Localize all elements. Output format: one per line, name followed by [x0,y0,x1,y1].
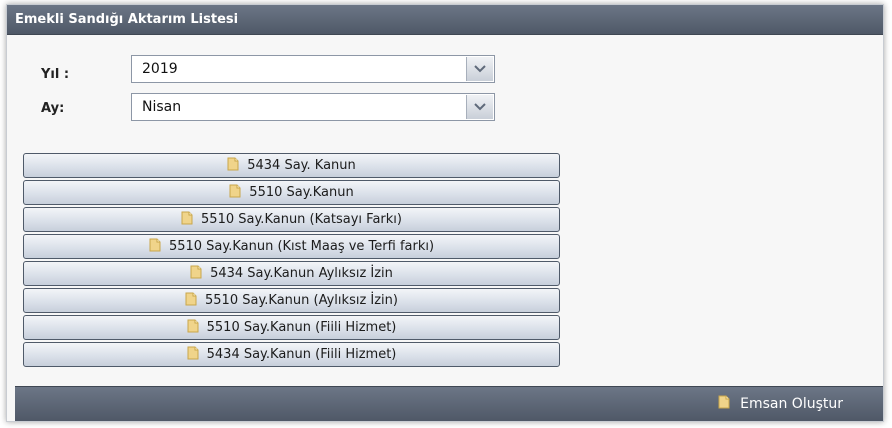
button-label: 5434 Say. Kanun [247,158,356,173]
document-icon [190,265,202,283]
button-label: 5434 Say.Kanun Aylıksız İzin [210,266,393,281]
kanun-5434-ayliksiz-izin-button[interactable]: 5434 Say.Kanun Aylıksız İzin [23,261,560,286]
kanun-5434-button[interactable]: 5434 Say. Kanun [23,153,560,178]
month-select-value: Nisan [142,99,182,115]
button-label: 5510 Say.Kanun (Aylıksız İzin) [205,293,398,308]
button-label: 5510 Say.Kanun [249,185,354,200]
button-label: 5510 Say.Kanun (Fiili Hizmet) [206,320,397,335]
kanun-5510-kist-maas-button[interactable]: 5510 Say.Kanun (Kıst Maaş ve Terfi farkı… [23,234,560,259]
year-select-value: 2019 [142,61,178,77]
chevron-down-icon[interactable] [466,95,493,119]
kanun-5510-button[interactable]: 5510 Say.Kanun [23,180,560,205]
emsan-olustur-label: Emsan Oluştur [740,396,843,412]
aktarim-panel: Emekli Sandığı Aktarım Listesi Yıl : 201… [6,4,884,422]
year-select[interactable]: 2019 [131,55,495,83]
year-label: Yıl : [41,67,70,82]
button-label: 5434 Say.Kanun (Fiili Hizmet) [206,347,397,362]
button-label: 5510 Say.Kanun (Katsayı Farkı) [201,212,402,227]
kanun-5510-fiili-hizmet-button[interactable]: 5510 Say.Kanun (Fiili Hizmet) [23,315,560,340]
document-icon [187,346,199,364]
month-select[interactable]: Nisan [131,93,495,121]
document-icon [185,292,197,310]
kanun-button-list: 5434 Say. Kanun 5510 Say.Kanun 5510 Say.… [23,153,560,369]
document-icon [181,211,193,229]
emsan-olustur-button[interactable]: Emsan Oluştur [718,387,843,421]
document-icon [187,319,199,337]
chevron-down-icon[interactable] [466,57,493,81]
button-label: 5510 Say.Kanun (Kıst Maaş ve Terfi farkı… [168,239,435,254]
kanun-5510-katsayi-button[interactable]: 5510 Say.Kanun (Katsayı Farkı) [23,207,560,232]
footer-toolbar: Emsan Oluştur [15,386,883,421]
kanun-5510-ayliksiz-izin-button[interactable]: 5510 Say.Kanun (Aylıksız İzin) [23,288,560,313]
panel-title: Emekli Sandığı Aktarım Listesi [7,5,883,35]
document-icon [227,157,239,175]
document-icon [229,184,241,202]
document-icon [149,238,161,256]
month-label: Ay: [41,101,65,116]
kanun-5434-fiili-hizmet-button[interactable]: 5434 Say.Kanun (Fiili Hizmet) [23,342,560,367]
document-icon [718,395,730,413]
